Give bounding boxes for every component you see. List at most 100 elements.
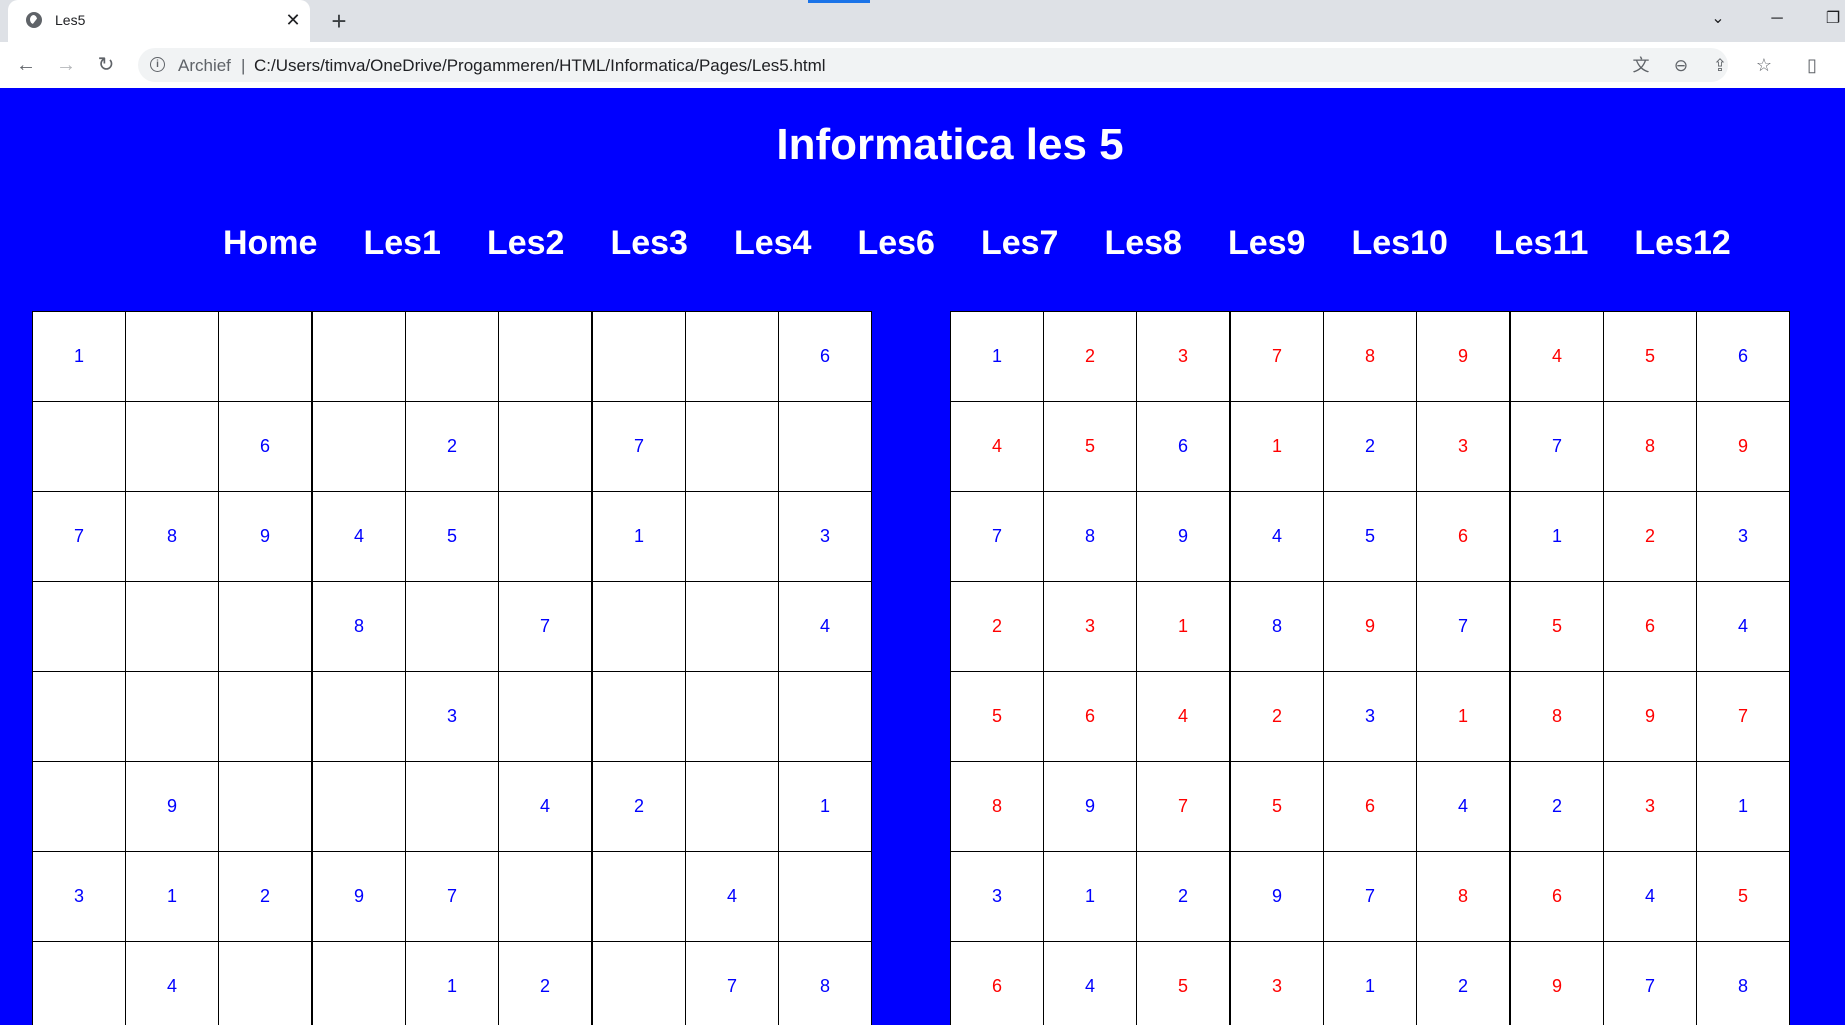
grid-cell <box>32 671 126 762</box>
browser-tab[interactable]: Les5 ✕ <box>8 0 310 42</box>
nav-link-les6[interactable]: Les6 <box>834 218 958 268</box>
nav-link-les9[interactable]: Les9 <box>1205 218 1329 268</box>
translate-icon[interactable]: 文 <box>1630 55 1652 77</box>
grid-cell: 8 <box>125 491 219 582</box>
info-icon[interactable]: i <box>150 57 165 72</box>
grid-cell: 1 <box>1229 401 1324 492</box>
url-text[interactable]: C:/Users/timva/OneDrive/Progammeren/HTML… <box>254 56 826 76</box>
grid-cell: 3 <box>32 851 126 942</box>
grid-cell: 1 <box>1323 941 1417 1025</box>
grid-cell: 7 <box>32 491 126 582</box>
grid-cell: 6 <box>1696 311 1790 402</box>
sudoku-puzzle-grid: 1662778945138743942131297441278 <box>32 311 872 1025</box>
nav-link-les4[interactable]: Les4 <box>711 218 835 268</box>
grid-cell: 7 <box>591 401 686 492</box>
grid-cell <box>591 671 686 762</box>
grid-cell <box>125 401 219 492</box>
grid-cell <box>498 491 593 582</box>
grid-cell: 8 <box>1603 401 1697 492</box>
grid-cell <box>32 761 126 852</box>
grid-cell: 4 <box>1509 311 1604 402</box>
grid-cell: 9 <box>1043 761 1137 852</box>
grid-cell: 4 <box>125 941 219 1025</box>
grid-cell: 4 <box>685 851 779 942</box>
grid-cell <box>591 851 686 942</box>
grid-cell <box>311 311 406 402</box>
grid-cell: 8 <box>1229 581 1324 672</box>
grid-cell: 5 <box>1323 491 1417 582</box>
grid-row: 456123789 <box>950 401 1790 492</box>
grid-cell: 9 <box>218 491 313 582</box>
grid-cell: 5 <box>405 491 499 582</box>
grid-cell: 1 <box>778 761 872 852</box>
star-icon[interactable]: ☆ <box>1752 53 1776 77</box>
plus-icon[interactable]: + <box>325 7 353 35</box>
close-icon[interactable]: ✕ <box>282 9 304 31</box>
nav-link-les12[interactable]: Les12 <box>1611 218 1753 268</box>
nav-link-les1[interactable]: Les1 <box>340 218 464 268</box>
grid-cell: 9 <box>1136 491 1231 582</box>
address-bar[interactable]: i Archief | C:/Users/timva/OneDrive/Prog… <box>138 48 1728 82</box>
grid-cell: 9 <box>1603 671 1697 762</box>
grid-cell <box>405 311 499 402</box>
grid-cell <box>32 581 126 672</box>
grid-cell <box>32 941 126 1025</box>
grid-cell <box>125 311 219 402</box>
nav-link-les7[interactable]: Les7 <box>958 218 1082 268</box>
grid-cell: 4 <box>1136 671 1231 762</box>
grid-cell: 6 <box>218 401 313 492</box>
zoom-out-icon[interactable]: ⊖ <box>1670 55 1692 77</box>
grid-cell <box>125 671 219 762</box>
browser-chrome: Les5 ✕ + ⌄ ─ ❐ ← → ↻ i Archief | C:/User… <box>0 0 1845 89</box>
grid-cell: 4 <box>498 761 593 852</box>
nav-link-les2[interactable]: Les2 <box>464 218 588 268</box>
forward-icon[interactable]: → <box>52 51 80 79</box>
grid-cell: 2 <box>1229 671 1324 762</box>
grid-cell: 4 <box>1229 491 1324 582</box>
grid-cell: 8 <box>778 941 872 1025</box>
nav-link-les3[interactable]: Les3 <box>587 218 711 268</box>
grid-cell: 9 <box>1509 941 1604 1025</box>
reload-icon[interactable]: ↻ <box>92 51 120 79</box>
grid-row: 31297 4 <box>32 851 872 942</box>
nav-link-les8[interactable]: Les8 <box>1081 218 1205 268</box>
grid-row: 231897564 <box>950 581 1790 672</box>
grid-cell: 2 <box>1323 401 1417 492</box>
grid-cell: 7 <box>1136 761 1231 852</box>
nav-link-les11[interactable]: Les11 <box>1471 218 1612 268</box>
share-icon[interactable]: ⇪ <box>1709 55 1731 77</box>
grid-cell: 6 <box>778 311 872 402</box>
grid-cell: 5 <box>1603 311 1697 402</box>
grid-cell: 7 <box>1509 401 1604 492</box>
grid-cell: 1 <box>1509 491 1604 582</box>
nav-link-les10[interactable]: Les10 <box>1328 218 1470 268</box>
back-icon[interactable]: ← <box>12 51 40 79</box>
minimize-icon[interactable]: ─ <box>1762 6 1792 32</box>
grid-cell: 7 <box>950 491 1044 582</box>
main-nav: Home Les1 Les2 Les3 Les4 Les6 Les7 Les8 Les9 Les1… <box>200 218 1754 268</box>
grid-cell: 2 <box>950 581 1044 672</box>
grid-cell: 9 <box>125 761 219 852</box>
grid-cell: 1 <box>950 311 1044 402</box>
grid-cell: 7 <box>1696 671 1790 762</box>
side-panel-icon[interactable]: ▯ <box>1800 53 1824 77</box>
grid-cell: 5 <box>1509 581 1604 672</box>
grid-cell: 5 <box>1696 851 1790 942</box>
grid-cell <box>685 761 779 852</box>
grid-cell <box>218 311 313 402</box>
grid-cell: 4 <box>950 401 1044 492</box>
address-scheme-label: Archief <box>178 56 231 75</box>
grid-row: 3 <box>32 671 872 762</box>
grid-cell: 4 <box>1696 581 1790 672</box>
grid-cell <box>218 581 313 672</box>
grid-cell: 6 <box>1323 761 1417 852</box>
grid-cell: 6 <box>950 941 1044 1025</box>
nav-link-home[interactable]: Home <box>200 218 340 268</box>
chevron-down-icon[interactable]: ⌄ <box>1703 6 1733 32</box>
tab-strip: Les5 ✕ + ⌄ ─ ❐ <box>0 0 1845 42</box>
restore-icon[interactable]: ❐ <box>1818 6 1845 32</box>
grid-cell <box>498 311 593 402</box>
grid-cell: 4 <box>311 491 406 582</box>
grid-cell: 8 <box>1509 671 1604 762</box>
grid-cell: 5 <box>1229 761 1324 852</box>
